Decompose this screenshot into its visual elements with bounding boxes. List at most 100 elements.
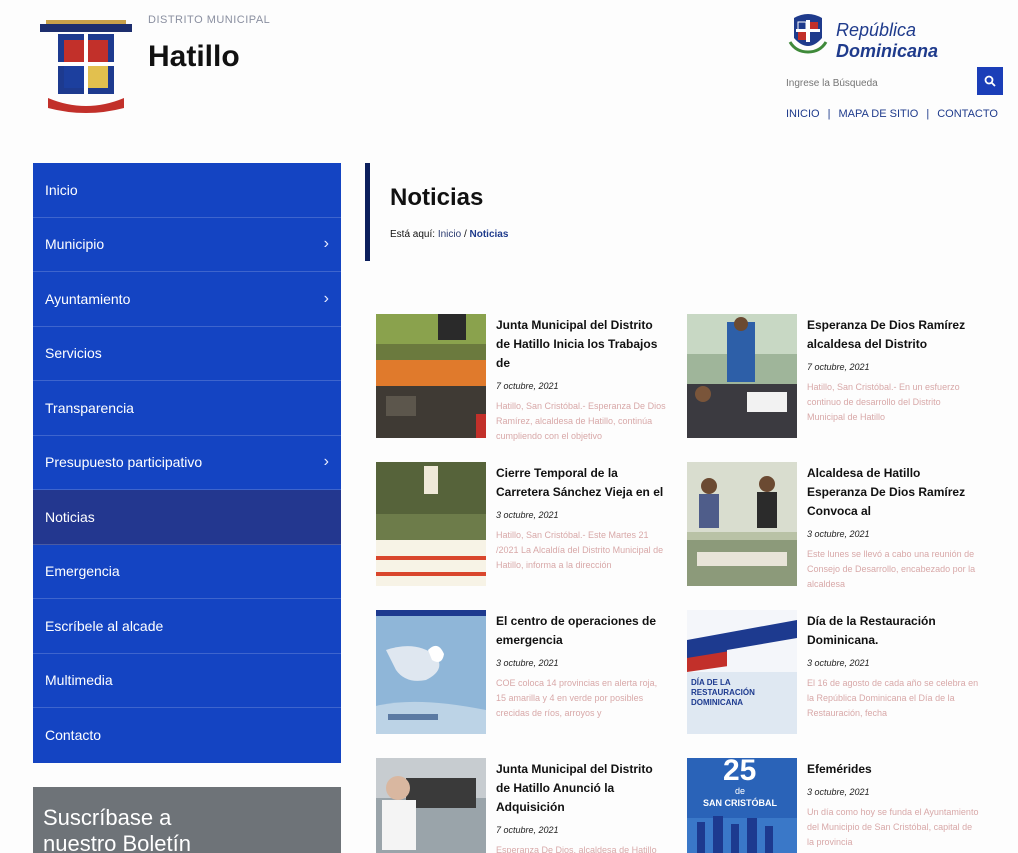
search-icon [984,75,996,87]
title-accent-bar [365,163,370,261]
news-title[interactable]: Efemérides [807,760,979,779]
breadcrumb: Está aquí: Inicio / Noticias [390,229,508,240]
sidebar-item-label: Escríbele al alcade [45,617,164,634]
republica-dominicana-logo[interactable] [788,8,828,56]
page-title: Noticias [390,184,484,211]
search-button[interactable] [977,67,1003,95]
search-input[interactable] [786,72,966,94]
sidebar-item-presupuesto[interactable]: Presupuesto participativo › [33,436,341,490]
sidebar-item-label: Emergencia [45,563,120,580]
sidebar-item-multimedia[interactable]: Multimedia [33,654,341,708]
brand-word-republica: República [836,20,917,40]
news-date: 3 octubre, 2021 [496,510,559,520]
top-link-separator: | [926,108,930,120]
news-date: 3 octubre, 2021 [807,529,870,539]
top-link-inicio[interactable]: INICIO [786,108,820,120]
sidebar-item-label: Municipio [45,236,105,253]
news-thumbnail[interactable]: 25 de SAN CRISTÓBAL [687,758,797,853]
news-card[interactable]: DÍA DE LA RESTAURACIÓN DOMINICANA Día de… [687,610,982,734]
thumbnail-sub: de [735,786,746,796]
chevron-right-icon: › [323,289,329,307]
news-card[interactable]: Junta Municipal del Distrito de Hatillo … [376,758,671,853]
news-title[interactable]: Junta Municipal del Distrito de Hatillo … [496,316,668,373]
news-excerpt: Este lunes se llevó a cabo una reunión d… [807,549,976,589]
news-card[interactable]: El centro de operaciones de emergencia 3… [376,610,671,734]
top-link-mapa[interactable]: MAPA DE SITIO [838,108,918,120]
sidebar-item-label: Servicios [45,345,102,362]
news-thumbnail[interactable] [687,314,797,438]
news-thumbnail[interactable] [376,758,486,853]
news-card[interactable]: Junta Municipal del Distrito de Hatillo … [376,314,671,441]
news-card[interactable]: 25 de SAN CRISTÓBAL Efemérides 3 octubre… [687,758,982,853]
breadcrumb-prefix: Está aquí: [390,229,436,240]
brand-word-dominicana: Dominicana [836,41,939,61]
news-title[interactable]: Cierre Temporal de la Carretera Sánchez … [496,464,668,502]
breadcrumb-separator: / [463,229,467,240]
top-link-contacto[interactable]: CONTACTO [937,108,998,120]
newsletter-box[interactable]: Suscríbase a nuestro Boletín [33,787,341,853]
newsletter-title-line2: nuestro Boletín [43,831,191,853]
news-photo-road-work [376,314,486,438]
news-thumbnail[interactable]: DÍA DE LA RESTAURACIÓN DOMINICANA [687,610,797,734]
news-card[interactable]: Alcaldesa de Hatillo Esperanza De Dios R… [687,462,982,589]
news-excerpt: Esperanza De Dios, alcaldesa de Hatillo … [496,845,657,853]
news-title[interactable]: Junta Municipal del Distrito de Hatillo … [496,760,668,817]
news-date: 3 octubre, 2021 [807,787,870,797]
sidebar-item-servicios[interactable]: Servicios [33,327,341,381]
republica-dominicana-brand: República Dominicana [836,20,1018,62]
chevron-right-icon: › [323,235,329,253]
sidebar-item-municipio[interactable]: Municipio › [33,218,341,272]
news-date: 7 octubre, 2021 [496,381,559,391]
news-date: 7 octubre, 2021 [496,825,559,835]
news-excerpt: Hatillo, San Cristóbal.- En un esfuerzo … [807,382,960,422]
news-title[interactable]: Día de la Restauración Dominicana. [807,612,979,650]
news-excerpt: Hatillo, San Cristóbal.- Este Martes 21 … [496,530,664,570]
municipal-logo[interactable] [36,18,136,114]
news-excerpt: El 16 de agosto de cada año se celebra e… [807,678,979,718]
sidebar-item-transparencia[interactable]: Transparencia [33,381,341,436]
sidebar-item-ayuntamiento[interactable]: Ayuntamiento › [33,272,341,327]
sidebar-nav: Inicio Municipio › Ayuntamiento › Servicio… [33,163,341,763]
news-title[interactable]: Esperanza De Dios Ramírez alcaldesa del … [807,316,979,354]
sidebar-item-label: Transparencia [45,399,134,416]
news-card[interactable]: Cierre Temporal de la Carretera Sánchez … [376,462,671,586]
news-excerpt: COE coloca 14 provincias en alerta roja,… [496,678,658,718]
top-links: INICIO | MAPA DE SITIO | CONTACTO [786,108,998,120]
sidebar-item-label: Multimedia [45,672,113,689]
sidebar-item-label: Noticias [45,508,95,525]
municipality-label: DISTRITO MUNICIPAL [148,14,271,26]
sidebar-item-inicio[interactable]: Inicio [33,163,341,218]
news-photo-acquisition [376,758,486,853]
chevron-right-icon: › [323,453,329,471]
news-thumbnail[interactable] [376,610,486,734]
sidebar-item-label: Presupuesto participativo [45,454,203,471]
sidebar-item-contacto[interactable]: Contacto [33,708,341,763]
coat-of-arms-icon [40,20,132,113]
news-thumbnail[interactable] [376,462,486,586]
sidebar-item-label: Contacto [45,727,102,744]
news-excerpt: Hatillo, San Cristóbal.- Esperanza De Di… [496,401,666,441]
news-date: 7 octubre, 2021 [807,362,870,372]
top-link-separator: | [827,108,831,120]
newsletter-title-line1: Suscríbase a [43,805,172,830]
thumbnail-caption: DÍA DE LA RESTAURACIÓN DOMINICANA [691,678,755,707]
thumbnail-city: SAN CRISTÓBAL [703,798,777,808]
news-photo-restauracion [687,610,797,734]
municipality-name: Hatillo [148,40,240,73]
news-photo-road-closure [376,462,486,586]
national-shield-icon [788,14,828,54]
news-title[interactable]: Alcaldesa de Hatillo Esperanza De Dios R… [807,464,979,521]
sidebar-item-noticias[interactable]: Noticias [33,490,341,545]
sidebar-item-label: Inicio [45,181,78,198]
news-thumbnail[interactable] [687,462,797,586]
news-excerpt: Un día como hoy se funda el Ayuntamiento… [807,807,979,847]
breadcrumb-home-link[interactable]: Inicio [438,229,461,240]
sidebar-item-escribele[interactable]: Escríbele al alcade [33,599,341,654]
news-photo-meeting [687,314,797,438]
breadcrumb-current: Noticias [469,229,509,240]
sidebar-item-emergencia[interactable]: Emergencia [33,545,341,599]
news-photo-weather-map [376,610,486,734]
news-card[interactable]: Esperanza De Dios Ramírez alcaldesa del … [687,314,982,438]
news-title[interactable]: El centro de operaciones de emergencia [496,612,668,650]
news-thumbnail[interactable] [376,314,486,438]
